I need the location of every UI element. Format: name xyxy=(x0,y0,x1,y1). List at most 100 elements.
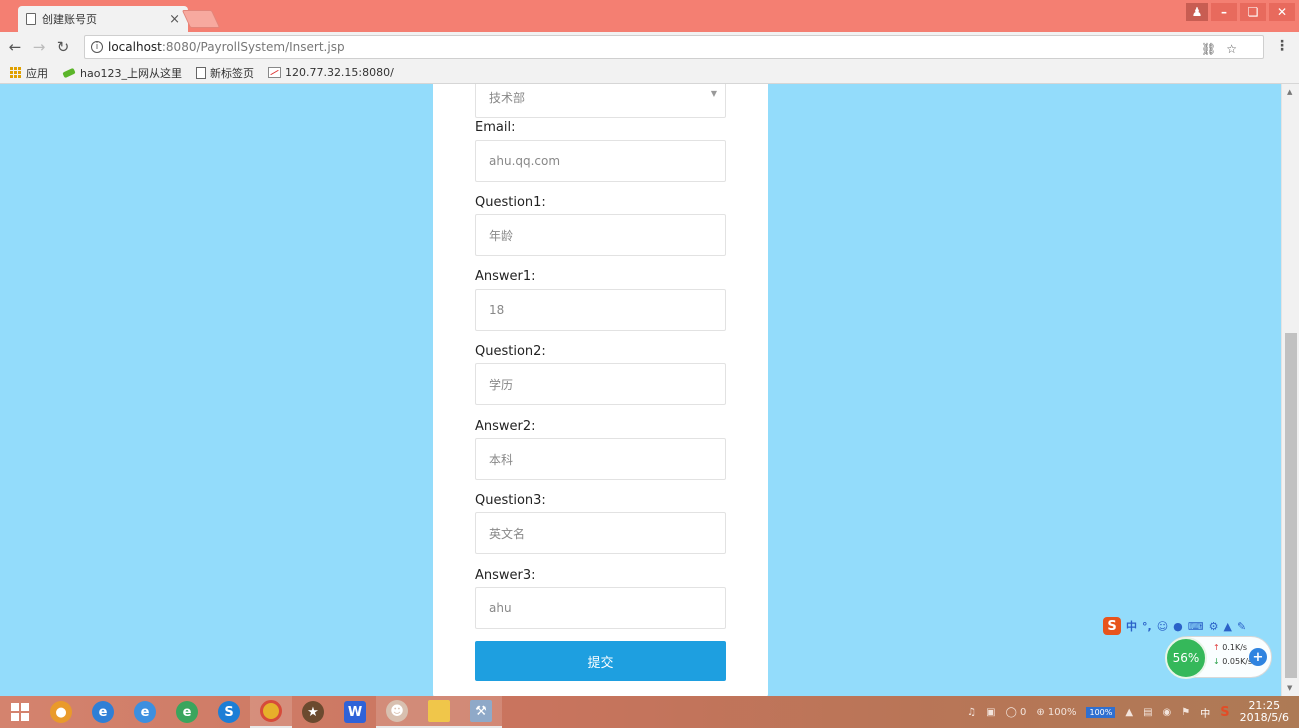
maximize-button[interactable]: ❏ xyxy=(1240,3,1266,21)
registration-form: 技术部 ▼ Email: ahu.qq.com Question1: 年龄 An… xyxy=(433,84,768,696)
shield-count-value: 0 xyxy=(1019,706,1027,718)
ime-punctuation-toggle[interactable]: °, xyxy=(1142,620,1152,633)
department-select[interactable]: 技术部 ▼ xyxy=(475,84,726,118)
bookmark-apps[interactable]: 应用 xyxy=(10,65,48,81)
email-field[interactable]: ahu.qq.com xyxy=(475,140,726,182)
sogou-logo-icon[interactable]: S xyxy=(1103,617,1121,635)
taskbar-app-game[interactable]: ★ xyxy=(292,696,334,728)
question2-value: 学历 xyxy=(489,377,514,392)
question3-field[interactable]: 英文名 xyxy=(475,512,726,554)
department-value: 技术部 xyxy=(489,90,526,105)
bookmark-label: 应用 xyxy=(26,66,48,80)
upload-speed-value: 0.1K/s xyxy=(1222,643,1248,652)
tools-icon[interactable]: ⚙ xyxy=(1209,620,1219,633)
question1-field[interactable]: 年龄 xyxy=(475,214,726,256)
submit-button[interactable]: 提交 xyxy=(475,641,726,681)
microphone-icon[interactable]: ● xyxy=(1173,620,1183,633)
start-button[interactable] xyxy=(0,696,40,728)
battery-indicator[interactable]: 100% xyxy=(1086,706,1116,718)
taskbar-app-explorer[interactable] xyxy=(418,696,460,728)
skin-icon[interactable]: ▲ xyxy=(1224,620,1232,633)
bookmark-ip[interactable]: 120.77.32.15:8080/ xyxy=(267,66,394,79)
taskbar: ● e e e S ★ W ☻ ⚒ ♫ ▣ ◯ 0 ⊕ 100% 100% ▲ … xyxy=(0,696,1299,728)
system-tray: ♫ ▣ ◯ 0 ⊕ 100% 100% ▲ ▤ ◉ ⚑ 中 S 21:25 20… xyxy=(967,696,1299,728)
answer1-value: 18 xyxy=(489,303,505,317)
taskbar-app-360[interactable]: e xyxy=(166,696,208,728)
question2-label: Question2: xyxy=(475,344,546,359)
chevron-down-icon: ▼ xyxy=(710,89,717,98)
question3-label: Question3: xyxy=(475,493,546,508)
clock[interactable]: 21:25 2018/5/6 xyxy=(1240,700,1289,724)
upload-speed: ↑ 0.1K/s xyxy=(1213,643,1247,652)
zoom-indicator[interactable]: ⊕ 100% xyxy=(1036,707,1076,718)
key-icon[interactable]: ⛓ xyxy=(1201,42,1216,56)
taskbar-app-qq[interactable]: ☻ xyxy=(376,696,418,728)
close-window-button[interactable]: ✕ xyxy=(1269,3,1295,21)
taskbar-app-chrome[interactable] xyxy=(250,696,292,728)
answer3-label: Answer3: xyxy=(475,568,536,583)
flag-icon[interactable]: ⚑ xyxy=(1181,707,1190,718)
bookmark-hao123[interactable]: hao123_上网从这里 xyxy=(62,65,182,81)
browser-toolbar: ← → ↻ i localhost:8080/PayrollSystem/Ins… xyxy=(0,32,1299,62)
answer2-field[interactable]: 本科 xyxy=(475,438,726,480)
scroll-down-icon[interactable]: ▼ xyxy=(1287,684,1292,692)
vertical-scrollbar[interactable]: ▲ ▼ xyxy=(1281,84,1299,696)
chart-icon xyxy=(267,67,281,78)
answer3-field[interactable]: ahu xyxy=(475,587,726,629)
chrome-icon xyxy=(260,700,282,722)
smiley-icon[interactable]: ☺ xyxy=(1157,620,1168,633)
star-icon[interactable]: ☆ xyxy=(1226,42,1237,56)
taskbar-app-sogou[interactable]: S xyxy=(208,696,250,728)
plus-icon[interactable]: + xyxy=(1249,648,1267,666)
page-viewport: 技术部 ▼ Email: ahu.qq.com Question1: 年龄 An… xyxy=(0,84,1281,696)
answer2-label: Answer2: xyxy=(475,419,536,434)
address-bar[interactable]: i localhost:8080/PayrollSystem/Insert.js… xyxy=(84,35,1264,59)
bookmark-label: 120.77.32.15:8080/ xyxy=(284,66,394,79)
taskbar-app-edge[interactable]: e xyxy=(82,696,124,728)
game-icon: ★ xyxy=(302,701,324,723)
input-language[interactable]: 中 xyxy=(1200,705,1210,720)
question1-value: 年龄 xyxy=(489,228,514,243)
screenshot-icon[interactable]: ▣ xyxy=(986,707,995,718)
shield-count[interactable]: ◯ 0 xyxy=(1006,707,1027,718)
reload-button[interactable]: ↻ xyxy=(54,38,72,56)
page-icon xyxy=(195,66,206,79)
bookmark-new-tab[interactable]: 新标签页 xyxy=(195,65,254,81)
memory-percent: 56% xyxy=(1165,637,1207,679)
arrow-down-icon: ↓ xyxy=(1213,657,1220,666)
tab-close-icon[interactable]: × xyxy=(169,12,180,27)
speaker-icon[interactable]: ♫ xyxy=(967,707,976,718)
question2-field[interactable]: 学历 xyxy=(475,363,726,405)
browser-tab[interactable]: 创建账号页 × xyxy=(18,6,188,32)
browser-title-bar: 创建账号页 × ♟ – ❏ ✕ xyxy=(0,0,1299,32)
minimize-button[interactable]: – xyxy=(1211,3,1237,21)
menu-icon[interactable]: ⋮ xyxy=(1275,38,1289,54)
keyboard-icon[interactable]: ⌨ xyxy=(1188,620,1204,633)
sogou-tray-icon[interactable]: S xyxy=(1220,705,1229,720)
scrollbar-thumb[interactable] xyxy=(1285,333,1297,678)
taskbar-app-ie[interactable]: e xyxy=(124,696,166,728)
window-controls: ♟ – ❏ ✕ xyxy=(1186,3,1295,21)
forward-button[interactable]: → xyxy=(30,38,48,56)
info-icon[interactable]: i xyxy=(91,41,103,53)
profile-icon[interactable]: ♟ xyxy=(1186,3,1208,21)
tray-expand-icon[interactable]: ▲ xyxy=(1125,707,1133,718)
answer1-label: Answer1: xyxy=(475,269,536,284)
apps-grid-icon xyxy=(10,66,22,79)
taskbar-app-tool[interactable]: ⚒ xyxy=(460,696,502,728)
back-button[interactable]: ← xyxy=(6,38,24,56)
taskbar-app-store[interactable]: ● xyxy=(40,696,82,728)
bookmark-label: hao123_上网从这里 xyxy=(80,66,182,80)
taskbar-app-wps[interactable]: W xyxy=(334,696,376,728)
question1-label: Question1: xyxy=(475,195,546,210)
network-monitor[interactable]: 56% ↑ 0.1K/s ↓ 0.05K/s + xyxy=(1165,636,1272,679)
tool-window-icon: ⚒ xyxy=(470,700,492,722)
answer1-field[interactable]: 18 xyxy=(475,289,726,331)
security-icon[interactable]: ◉ xyxy=(1163,707,1172,718)
scroll-up-icon[interactable]: ▲ xyxy=(1287,88,1292,96)
wrench-icon[interactable]: ✎ xyxy=(1237,620,1246,633)
url-host: localhost xyxy=(108,40,162,54)
ime-language-toggle[interactable]: 中 xyxy=(1126,618,1137,634)
network-icon[interactable]: ▤ xyxy=(1143,707,1152,718)
ime-toolbar: S 中 °, ☺ ● ⌨ ⚙ ▲ ✎ xyxy=(1099,614,1271,638)
